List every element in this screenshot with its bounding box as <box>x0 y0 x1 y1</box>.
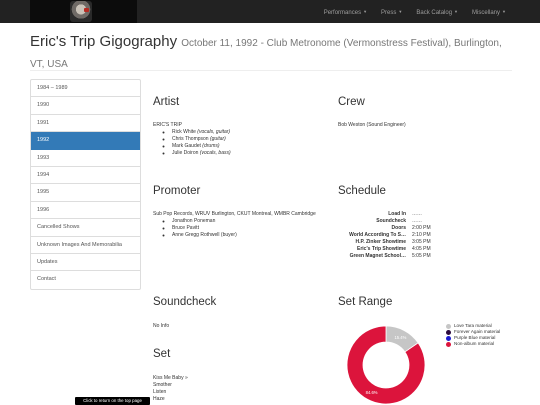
sidebar-item-1991[interactable]: 1991 <box>31 115 140 133</box>
legend-item[interactable]: Non-album material <box>446 341 516 347</box>
list-item: Bruce Pavitt <box>172 225 328 232</box>
year-sidebar: 1984 – 1989 1990 1991 1992 1993 1994 199… <box>30 79 141 290</box>
set-range-heading: Set Range <box>338 296 393 308</box>
sidebar-item-1995[interactable]: 1995 <box>31 184 140 202</box>
set-heading: Set <box>153 348 171 360</box>
legend-label: Non-album material <box>454 341 495 346</box>
legend-swatch <box>446 323 451 329</box>
sidebar-item-unknown-images[interactable]: Unknown Images And Memorabilia <box>31 237 140 254</box>
soundcheck-heading: Soundcheck <box>153 296 217 308</box>
table-row: H.P. Zinker Showtime 3:05 PM <box>355 239 431 245</box>
table-row: Eric's Trip Showtime 4:05 PM <box>357 246 431 252</box>
header-divider <box>30 70 512 71</box>
caret-down-icon: ▼ <box>454 9 459 14</box>
sidebar-item-1992[interactable]: 1992 <box>31 132 140 150</box>
sidebar-item-1993[interactable]: 1993 <box>31 150 140 167</box>
set-range-donut-chart: 15.4% 84.6% <box>346 325 426 405</box>
table-row: World According To S… 2:10 PM <box>349 232 431 238</box>
sidebar-item-cancelled-shows[interactable]: Cancelled Shows <box>31 219 140 237</box>
legend-swatch <box>446 335 451 341</box>
nav-back-catalog[interactable]: Back Catalog ▼ <box>409 0 465 23</box>
table-row: Doors 2:00 PM <box>391 225 431 231</box>
set-song: Listen <box>153 389 167 395</box>
legend-swatch <box>446 341 451 347</box>
artist-section: ERIC'S TRIP Rick White (vocals, guitar) … <box>153 122 323 157</box>
donut-slice-label: 15.4% <box>394 335 406 340</box>
list-item: Jonathon Poneman <box>172 218 328 225</box>
list-item: Chris Thompson (guitar) <box>172 136 323 143</box>
page-title: Eric's Trip Gigography <box>30 33 178 50</box>
table-row: Green Magnet School… 5:05 PM <box>349 253 431 259</box>
sidebar-item-contact[interactable]: Contact <box>31 271 140 288</box>
set-song: Haze <box>153 396 165 402</box>
sidebar-item-1984-1989[interactable]: 1984 – 1989 <box>31 80 140 98</box>
site-logo[interactable] <box>30 0 137 23</box>
promoter-section: Sub Pop Records, WRUV Burlington, CKUT M… <box>153 211 328 239</box>
crew-heading: Crew <box>338 96 365 108</box>
nav-press[interactable]: Press ▼ <box>374 0 409 23</box>
set-range-legend: Love Tara material Forever Again material… <box>446 323 516 347</box>
artist-heading: Artist <box>153 96 180 108</box>
list-item: Anne Gregg Rothwell (buyer) <box>172 232 328 239</box>
sidebar-item-updates[interactable]: Updates <box>31 254 140 272</box>
promoter-heading: Promoter <box>153 185 201 197</box>
table-row: Soundcheck…… <box>376 218 422 224</box>
list-item: Rick White (vocals, guitar) <box>172 129 323 136</box>
list-item: Mark Gaudet (drums) <box>172 143 323 150</box>
nav-menu: Performances ▼ Press ▼ Back Catalog ▼ Misce… <box>317 0 513 23</box>
nav-performances[interactable]: Performances ▼ <box>317 0 374 23</box>
sidebar-item-1996[interactable]: 1996 <box>31 202 140 220</box>
top-navbar: Performances ▼ Press ▼ Back Catalog ▼ Misce… <box>0 0 540 23</box>
set-list: Kiss Me Baby » Smother Listen Haze <box>153 375 188 403</box>
caret-down-icon: ▼ <box>363 9 368 14</box>
caret-down-icon: ▼ <box>502 9 506 14</box>
list-item: Julie Doiron (vocals, bass) <box>172 150 323 157</box>
table-row: Load In…… <box>388 211 422 217</box>
promoter-people-list: Jonathon Poneman Bruce Pavitt Anne Gregg… <box>153 218 328 239</box>
crew-text: Bob Weston (Sound Engineer) <box>338 122 406 128</box>
sidebar-item-1990[interactable]: 1990 <box>31 97 140 115</box>
promoter-text: Sub Pop Records, WRUV Burlington, CKUT M… <box>153 211 316 217</box>
sidebar-item-1994[interactable]: 1994 <box>31 167 140 185</box>
donut-slice-label: 84.6% <box>366 390 378 395</box>
soundcheck-text: No Info <box>153 323 170 329</box>
page-header: Eric's Trip Gigography October 11, 1992 … <box>30 32 512 74</box>
schedule-heading: Schedule <box>338 185 386 197</box>
nav-miscellany[interactable]: Miscellany ▼ <box>465 0 513 23</box>
caret-down-icon: ▼ <box>398 9 403 14</box>
legend-swatch <box>446 329 451 335</box>
set-song-link[interactable]: Kiss Me Baby » <box>153 375 188 382</box>
back-to-top-tooltip: Click to return on the top page <box>75 397 150 405</box>
member-list: Rick White (vocals, guitar) Chris Thomps… <box>153 129 323 157</box>
schedule-table: Load In…… Soundcheck…… Doors 2:00 PM Worl… <box>338 211 468 260</box>
set-song: Smother <box>153 382 172 388</box>
band-name: ERIC'S TRIP <box>153 122 182 128</box>
